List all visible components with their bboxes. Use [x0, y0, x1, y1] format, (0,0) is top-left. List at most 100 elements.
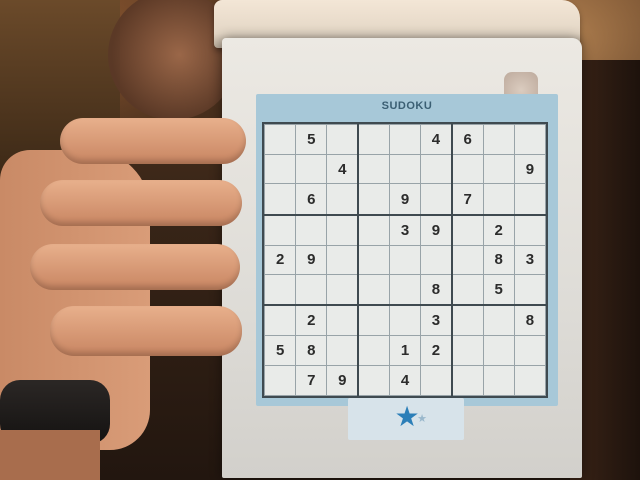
- grid-cell: [482, 304, 515, 337]
- grid-cell: [482, 335, 515, 367]
- grid-cell: [357, 304, 390, 337]
- grid-cell: 9: [513, 153, 547, 185]
- grid-cell: 4: [388, 365, 422, 396]
- grid-cell: [420, 183, 453, 216]
- grid-cell: [482, 365, 515, 396]
- grid-cell: 7: [451, 183, 484, 216]
- grid-cell: 5: [482, 274, 515, 307]
- grid-cell: [263, 274, 297, 307]
- grid-cell: [357, 365, 390, 396]
- grid-cell: [513, 124, 547, 155]
- finger-ring: [30, 244, 240, 290]
- grid-cell: [326, 274, 360, 307]
- grid-cell: [357, 124, 390, 155]
- grid-cell: [326, 304, 360, 337]
- grid-cell: 3: [388, 214, 422, 246]
- grid-cell: [263, 304, 297, 337]
- grid-cell: [513, 365, 547, 396]
- grid-cell: 6: [295, 183, 328, 216]
- wrist: [0, 430, 100, 480]
- grid-cell: [357, 183, 390, 216]
- grid-cell: [420, 153, 453, 185]
- grid-cell: [263, 124, 297, 155]
- grid-cell: 3: [513, 244, 547, 276]
- grid-cell: [326, 124, 360, 155]
- finger-middle: [40, 180, 242, 226]
- grid-cell: [451, 365, 484, 396]
- grid-cell: [451, 335, 484, 367]
- grid-cell: 2: [420, 335, 453, 367]
- grid-cell: [388, 244, 422, 276]
- grid-cell: 1: [388, 335, 422, 367]
- grid-cell: [420, 365, 453, 396]
- grid-cell: 8: [420, 274, 453, 307]
- grid-cell: 8: [513, 304, 547, 337]
- grid-cell: 5: [263, 335, 297, 367]
- grid-cell: [513, 214, 547, 246]
- grid-cell: 2: [295, 304, 328, 337]
- grid-cell: [451, 244, 484, 276]
- grid-cell: [482, 153, 515, 185]
- grid-cell: 8: [295, 335, 328, 367]
- grid-row: 58 12: [263, 335, 547, 367]
- grid-cell: [357, 274, 390, 307]
- grid-cell: 4: [326, 153, 360, 185]
- grid-cell: [451, 304, 484, 337]
- grid-cell: [326, 214, 360, 246]
- grid-cell: [326, 183, 360, 216]
- grid-cell: [357, 214, 390, 246]
- grid-cell: 9: [420, 214, 453, 246]
- grid-row: 794: [263, 365, 547, 396]
- grid-row: 49: [263, 153, 547, 185]
- grid-cell: [388, 304, 422, 337]
- grid-cell: [326, 335, 360, 367]
- grid-cell: [357, 153, 390, 185]
- grid-cell: 3: [420, 304, 453, 337]
- grid-cell: 2: [482, 214, 515, 246]
- grid-cell: 5: [295, 124, 328, 155]
- grid-cell: 4: [420, 124, 453, 155]
- grid-cell: 9: [326, 365, 360, 396]
- grid-cell: [388, 153, 422, 185]
- grid-cell: [513, 274, 547, 307]
- grid-cell: [295, 153, 328, 185]
- grid-cell: [388, 274, 422, 307]
- grid-cell: 2: [263, 244, 297, 276]
- sudoku-grid: 546496973922983852385812794: [262, 122, 548, 398]
- grid-cell: [263, 365, 297, 396]
- grid-cell: [326, 244, 360, 276]
- puzzle-title: SUDOKU: [381, 100, 433, 112]
- grid-cell: [482, 183, 515, 216]
- grid-cell: [451, 274, 484, 307]
- grid-cell: [388, 124, 422, 155]
- grid-cell: [513, 183, 547, 216]
- grid-cell: [263, 153, 297, 185]
- finger-index: [60, 118, 246, 164]
- grid-cell: 8: [482, 244, 515, 276]
- grid-cell: 9: [388, 183, 422, 216]
- grid-row: 2 3 8: [263, 304, 547, 337]
- grid-cell: [420, 244, 453, 276]
- grid-cell: [513, 335, 547, 367]
- sudoku-table: 546496973922983852385812794: [263, 124, 547, 396]
- grid-cell: [451, 153, 484, 185]
- grid-cell: 9: [295, 244, 328, 276]
- grid-cell: [295, 214, 328, 246]
- grid-cell: [357, 335, 390, 367]
- grid-cell: [482, 124, 515, 155]
- grid-cell: [295, 274, 328, 307]
- grid-row: 6 97: [263, 183, 547, 216]
- grid-cell: [357, 244, 390, 276]
- grid-row: 85: [263, 274, 547, 307]
- photo-scene: SUDOKU 546496973922983852385812794 ★ ★: [0, 0, 640, 480]
- grid-cell: [263, 214, 297, 246]
- grid-row: 392: [263, 214, 547, 246]
- grid-row: 29 83: [263, 244, 547, 276]
- small-star-icon: ★: [417, 413, 427, 425]
- grid-cell: 6: [451, 124, 484, 155]
- grid-row: 5 46: [263, 124, 547, 155]
- grid-cell: [451, 214, 484, 246]
- grid-cell: [263, 183, 297, 216]
- grid-cell: 7: [295, 365, 328, 396]
- finger-little: [50, 306, 242, 356]
